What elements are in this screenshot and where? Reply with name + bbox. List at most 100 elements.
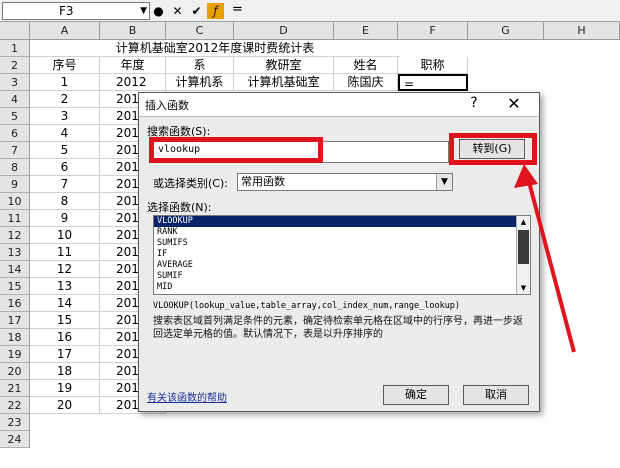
row-header[interactable]: 17: [0, 312, 30, 329]
row-header[interactable]: 23: [0, 414, 30, 431]
function-help-link[interactable]: 有关该函数的帮助: [147, 389, 227, 404]
serial-cell[interactable]: 3: [30, 108, 100, 125]
formula-bar: F3 ▼ ● ✕ ✔ ƒ =: [0, 0, 620, 22]
insert-function-dialog: 插入函数 ? ✕ 搜索函数(S): vlookup 转到(G) 或选择类别(C)…: [138, 92, 540, 412]
row-header[interactable]: 6: [0, 125, 30, 142]
row-header[interactable]: 11: [0, 210, 30, 227]
close-icon[interactable]: ✕: [505, 94, 523, 113]
row-header[interactable]: 22: [0, 397, 30, 414]
row-header[interactable]: 5: [0, 108, 30, 125]
function-description: 搜索表区域首列满足条件的元素，确定待检索单元格在区域中的行序号，再进一步返回选定…: [153, 316, 523, 340]
function-item[interactable]: MID: [154, 282, 530, 293]
formula-input[interactable]: [244, 2, 616, 20]
column-header-a[interactable]: A: [30, 22, 100, 40]
serial-cell[interactable]: 17: [30, 346, 100, 363]
header-serial[interactable]: 序号: [30, 57, 100, 74]
header-name[interactable]: 姓名: [334, 57, 398, 74]
function-list-scrollbar[interactable]: ▲ ▼: [516, 216, 530, 294]
function-item[interactable]: IF: [154, 249, 530, 260]
column-header-g[interactable]: G: [468, 22, 544, 40]
row-header[interactable]: 20: [0, 363, 30, 380]
serial-cell[interactable]: 10: [30, 227, 100, 244]
column-header-f[interactable]: F: [398, 22, 468, 40]
serial-cell[interactable]: 20: [30, 397, 100, 414]
serial-cell[interactable]: 4: [30, 125, 100, 142]
header-title[interactable]: 职称: [398, 57, 468, 74]
serial-cell[interactable]: 1: [30, 74, 100, 91]
row-header[interactable]: 15: [0, 278, 30, 295]
serial-cell[interactable]: 13: [30, 278, 100, 295]
row-header[interactable]: 19: [0, 346, 30, 363]
cancel-button[interactable]: 取消: [463, 385, 529, 405]
row-header[interactable]: 18: [0, 329, 30, 346]
dialog-title: 插入函数: [145, 99, 189, 112]
column-header-h[interactable]: H: [544, 22, 620, 40]
function-item[interactable]: AVERAGE: [154, 260, 530, 271]
cell-reference: F3: [59, 4, 74, 18]
function-item[interactable]: SUMIFS: [154, 238, 530, 249]
column-header-e[interactable]: E: [334, 22, 398, 40]
function-item-selected[interactable]: VLOOKUP: [154, 216, 530, 227]
column-header-c[interactable]: C: [166, 22, 234, 40]
help-icon[interactable]: ?: [465, 95, 483, 111]
serial-cell[interactable]: 12: [30, 261, 100, 278]
circle-icon[interactable]: ●: [150, 3, 167, 19]
cancel-x-icon[interactable]: ✕: [169, 3, 186, 19]
row-header[interactable]: 12: [0, 227, 30, 244]
serial-cell[interactable]: 19: [30, 380, 100, 397]
column-header-d[interactable]: D: [234, 22, 334, 40]
row-header[interactable]: 24: [0, 431, 30, 448]
row-header[interactable]: 9: [0, 176, 30, 193]
row-header[interactable]: 14: [0, 261, 30, 278]
scroll-down-icon[interactable]: ▼: [517, 282, 530, 294]
row-header[interactable]: 13: [0, 244, 30, 261]
row-header[interactable]: 16: [0, 295, 30, 312]
ok-button[interactable]: 确定: [383, 385, 449, 405]
header-department[interactable]: 系: [166, 57, 234, 74]
serial-cell[interactable]: 5: [30, 142, 100, 159]
serial-cell[interactable]: 18: [30, 363, 100, 380]
function-icon[interactable]: ƒ: [207, 3, 224, 19]
serial-cell[interactable]: 8: [30, 193, 100, 210]
check-icon[interactable]: ✔: [188, 3, 205, 19]
row-header[interactable]: 1: [0, 40, 30, 57]
category-select[interactable]: 常用函数 ▼: [237, 173, 453, 191]
cell-c3[interactable]: 计算机系: [166, 74, 234, 91]
formula-equals: =: [232, 2, 243, 17]
cell-e3[interactable]: 陈国庆: [334, 74, 398, 91]
row-header[interactable]: 8: [0, 159, 30, 176]
go-highlight-box: [449, 133, 537, 165]
sheet-title[interactable]: 计算机基础室2012年度课时费统计表: [30, 40, 400, 57]
row-header[interactable]: 7: [0, 142, 30, 159]
name-box[interactable]: F3 ▼: [2, 2, 150, 20]
row-header[interactable]: 10: [0, 193, 30, 210]
serial-cell[interactable]: 14: [30, 295, 100, 312]
row-header[interactable]: 21: [0, 380, 30, 397]
function-list[interactable]: VLOOKUP RANK SUMIFS IF AVERAGE SUMIF MID…: [153, 215, 531, 295]
serial-cell[interactable]: 9: [30, 210, 100, 227]
header-year[interactable]: 年度: [100, 57, 166, 74]
dialog-titlebar[interactable]: 插入函数 ? ✕: [139, 93, 539, 117]
cell-d3[interactable]: 计算机基础室: [234, 74, 334, 91]
serial-cell[interactable]: 6: [30, 159, 100, 176]
row-header[interactable]: 4: [0, 91, 30, 108]
serial-cell[interactable]: 16: [30, 329, 100, 346]
header-section[interactable]: 教研室: [234, 57, 334, 74]
serial-cell[interactable]: 2: [30, 91, 100, 108]
scroll-up-icon[interactable]: ▲: [517, 216, 530, 228]
column-header-b[interactable]: B: [100, 22, 166, 40]
select-all-corner[interactable]: [0, 22, 30, 40]
name-box-dropdown-icon[interactable]: ▼: [140, 3, 147, 19]
serial-cell[interactable]: 11: [30, 244, 100, 261]
chevron-down-icon[interactable]: ▼: [436, 174, 452, 190]
serial-cell[interactable]: 15: [30, 312, 100, 329]
function-item[interactable]: SUMIF: [154, 271, 530, 282]
row-header[interactable]: 3: [0, 74, 30, 91]
category-label: 或选择类别(C):: [153, 177, 228, 190]
serial-cell[interactable]: 7: [30, 176, 100, 193]
row-header[interactable]: 2: [0, 57, 30, 74]
year-cell[interactable]: 2012: [100, 74, 166, 91]
cell-f3-active[interactable]: =: [398, 74, 468, 91]
function-item[interactable]: RANK: [154, 227, 530, 238]
scroll-thumb[interactable]: [518, 230, 529, 264]
